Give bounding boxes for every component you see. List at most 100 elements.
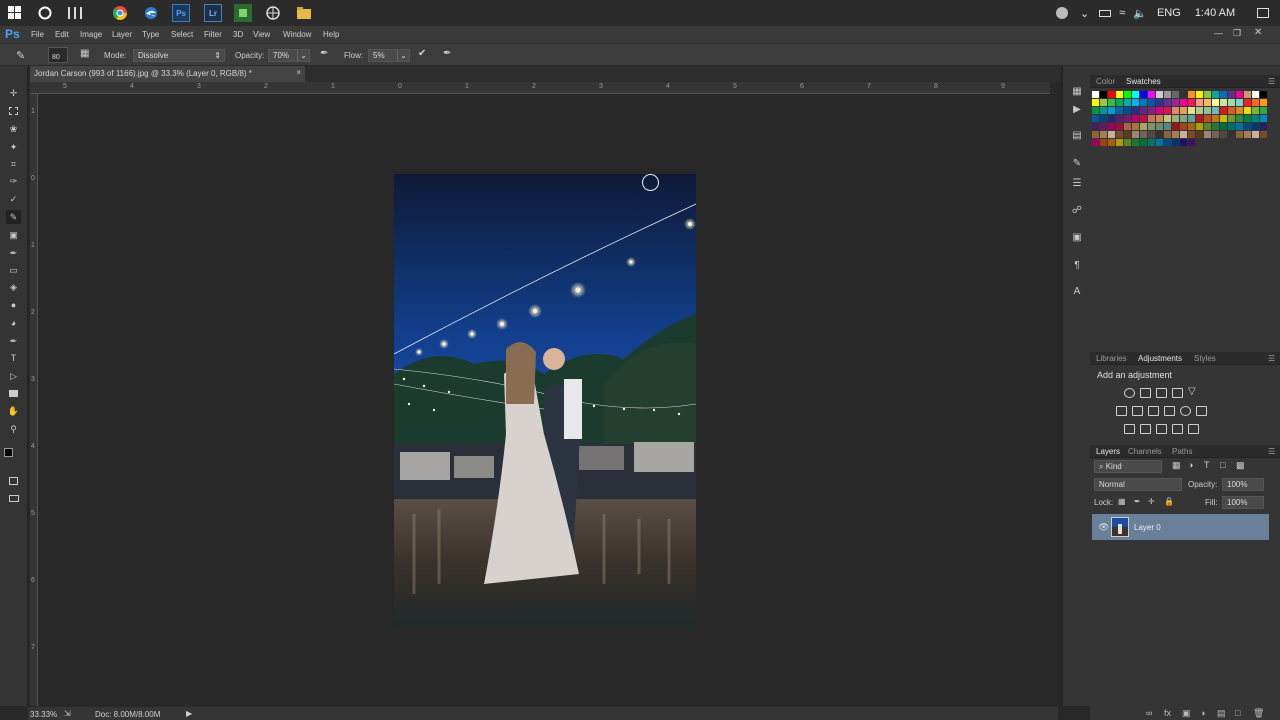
color-swatch[interactable] (1180, 131, 1187, 138)
dodge-tool-icon[interactable]: ◕ (6, 316, 21, 330)
color-swatch[interactable] (1124, 131, 1131, 138)
eyedropper-tool-icon[interactable]: ✑ (6, 174, 21, 188)
layer-name[interactable]: Layer 0 (1134, 523, 1161, 532)
screen-mode-icon[interactable] (6, 491, 21, 505)
color-swatch[interactable] (1164, 123, 1171, 130)
color-swatch[interactable] (1124, 139, 1131, 146)
history-panel-icon[interactable]: ▦ (1070, 84, 1084, 98)
color-swatch[interactable] (1148, 91, 1155, 98)
color-swatch[interactable] (1188, 107, 1195, 114)
color-swatch[interactable] (1260, 123, 1267, 130)
levels-icon[interactable] (1140, 388, 1151, 398)
color-swatch[interactable] (1116, 131, 1123, 138)
color-swatch[interactable] (1108, 131, 1115, 138)
hue-saturation-icon[interactable] (1116, 406, 1127, 416)
color-swatch[interactable] (1252, 107, 1259, 114)
color-swatch[interactable] (1196, 99, 1203, 106)
color-swatch[interactable] (1124, 123, 1131, 130)
color-swatch[interactable] (1244, 115, 1251, 122)
properties-panel-icon[interactable]: ▤ (1070, 128, 1084, 142)
color-swatch[interactable] (1228, 115, 1235, 122)
pressure-opacity-icon[interactable]: ✒ (320, 48, 328, 59)
menu-view[interactable]: View (253, 30, 270, 39)
color-swatch[interactable] (1172, 107, 1179, 114)
color-swatch[interactable] (1212, 131, 1219, 138)
panel-menu-icon[interactable]: ☰ (1268, 447, 1275, 456)
new-group-icon[interactable]: ▤ (1217, 708, 1226, 719)
color-swatch[interactable] (1148, 115, 1155, 122)
color-swatch[interactable] (1172, 99, 1179, 106)
actions-panel-icon[interactable]: ▶ (1070, 102, 1084, 116)
curves-icon[interactable] (1156, 388, 1167, 398)
color-swatch[interactable] (1140, 131, 1147, 138)
close-window-icon[interactable]: ✕ (1254, 27, 1262, 38)
vertical-ruler[interactable]: 1 0 1 2 3 4 5 6 7 (30, 94, 38, 706)
file-explorer-icon[interactable] (295, 4, 313, 22)
color-swatch[interactable] (1172, 123, 1179, 130)
brightness-contrast-icon[interactable] (1124, 388, 1135, 398)
color-swatch[interactable] (1108, 139, 1115, 146)
color-swatch[interactable] (1092, 131, 1099, 138)
color-swatch[interactable] (1244, 131, 1251, 138)
color-swatch[interactable] (1116, 139, 1123, 146)
brush-tool-preset-icon[interactable]: ✎ (16, 49, 25, 62)
color-swatch[interactable] (1132, 107, 1139, 114)
tab-paths[interactable]: Paths (1172, 447, 1192, 456)
color-swatch[interactable] (1220, 99, 1227, 106)
color-swatch[interactable] (1140, 107, 1147, 114)
link-layers-icon[interactable]: ∞ (1146, 708, 1152, 718)
color-swatch[interactable] (1244, 123, 1251, 130)
color-swatch[interactable] (1260, 107, 1267, 114)
menu-file[interactable]: File (31, 30, 44, 39)
marquee-tool-icon[interactable] (6, 104, 21, 118)
color-swatch[interactable] (1100, 139, 1107, 146)
color-swatch[interactable] (1236, 99, 1243, 106)
color-swatch[interactable] (1180, 139, 1187, 146)
color-swatch[interactable] (1092, 107, 1099, 114)
horizontal-ruler[interactable]: 5 4 3 2 1 0 1 2 3 4 5 6 7 8 9 (30, 82, 1050, 94)
lightroom-taskbar-icon[interactable]: Lr (204, 4, 222, 22)
foreground-color-swatch[interactable] (4, 448, 13, 457)
healing-brush-tool-icon[interactable]: ✓ (6, 192, 21, 206)
eraser-tool-icon[interactable]: ▭ (6, 263, 21, 277)
tab-styles[interactable]: Styles (1194, 354, 1216, 363)
color-swatch[interactable] (1180, 107, 1187, 114)
color-swatch[interactable] (1236, 115, 1243, 122)
photoshop-taskbar-icon[interactable]: Ps (172, 4, 190, 22)
color-swatch[interactable] (1100, 115, 1107, 122)
brush-settings-panel-icon[interactable]: ☰ (1070, 176, 1084, 190)
color-swatch[interactable] (1164, 99, 1171, 106)
color-swatch[interactable] (1252, 91, 1259, 98)
color-swatch[interactable] (1132, 139, 1139, 146)
color-swatch[interactable] (1204, 131, 1211, 138)
color-swatch[interactable] (1188, 139, 1195, 146)
color-swatch[interactable] (1108, 91, 1115, 98)
menu-image[interactable]: Image (80, 30, 102, 39)
color-swatch[interactable] (1124, 91, 1131, 98)
tab-layers[interactable]: Layers (1091, 445, 1125, 458)
black-white-icon[interactable] (1148, 406, 1159, 416)
color-swatch[interactable] (1236, 107, 1243, 114)
color-swatch[interactable] (1252, 131, 1259, 138)
flow-dropdown-icon[interactable]: ⌄ (397, 50, 407, 61)
color-swatch[interactable] (1252, 115, 1259, 122)
filter-adjustment-icon[interactable]: ◑ (1188, 460, 1193, 470)
status-menu-arrow-icon[interactable]: ▶ (186, 709, 192, 718)
color-swatch[interactable] (1156, 107, 1163, 114)
color-swatch[interactable] (1228, 91, 1235, 98)
color-swatch[interactable] (1132, 123, 1139, 130)
brush-panel-icon[interactable]: ▦ (80, 48, 89, 59)
tray-app-icon[interactable] (1056, 7, 1068, 19)
color-swatch[interactable] (1228, 99, 1235, 106)
color-swatch[interactable] (1140, 91, 1147, 98)
layer-filter-select[interactable]: ⌕ Kind (1094, 460, 1162, 473)
color-swatch[interactable] (1260, 131, 1267, 138)
color-swatch[interactable] (1172, 131, 1179, 138)
color-swatch[interactable] (1196, 115, 1203, 122)
filter-smart-object-icon[interactable]: ▩ (1236, 460, 1245, 471)
character-panel-icon[interactable]: A (1070, 284, 1084, 298)
clone-stamp-tool-icon[interactable]: ▣ (6, 228, 21, 242)
color-swatch[interactable] (1244, 99, 1251, 106)
panel-menu-icon[interactable]: ☰ (1268, 77, 1275, 86)
opacity-field[interactable]: 70% ⌄ (268, 49, 310, 62)
